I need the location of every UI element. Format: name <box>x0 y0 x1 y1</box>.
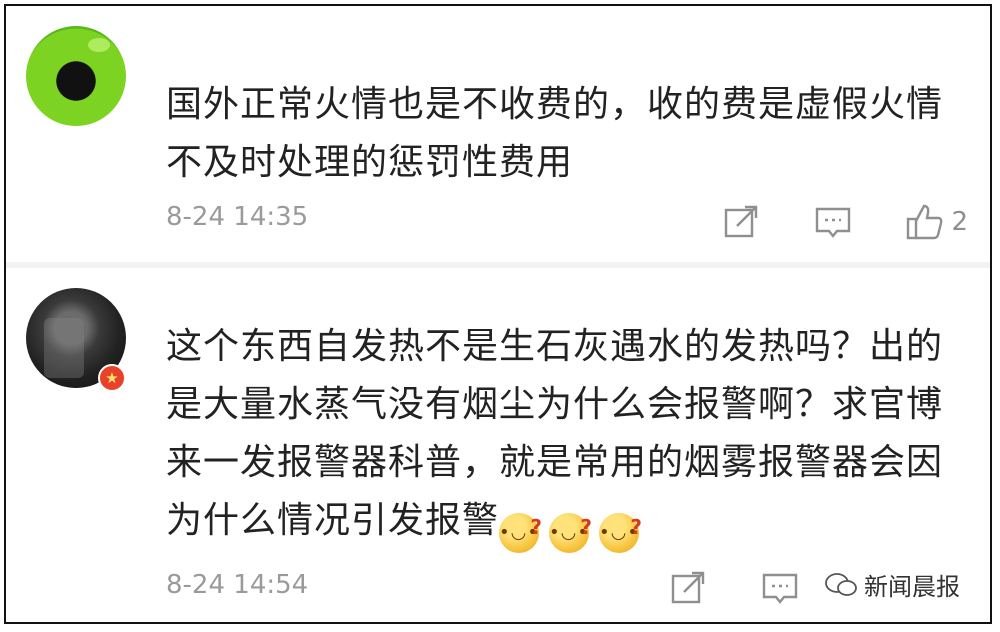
thinking-emoji-icon: •◡•? <box>599 513 642 553</box>
comment-text: 国外正常火情也是不收费的，收的费是虚假火情不及时处理的惩罚性费用 <box>166 84 944 183</box>
comment-icon[interactable] <box>813 202 853 242</box>
share-icon[interactable] <box>721 202 761 242</box>
avatar[interactable] <box>26 26 126 126</box>
watermark: 新闻晨报 <box>820 565 964 604</box>
avatar-highlight <box>88 38 110 52</box>
avatar-photo <box>44 318 84 378</box>
comment-timestamp: 8-24 14:35 <box>166 202 309 232</box>
comment-actions <box>616 568 800 608</box>
emoji-group: •◡•? •◡•? •◡•? <box>499 500 649 553</box>
thinking-emoji-icon: •◡•? <box>499 513 542 553</box>
comment-actions: 2 <box>669 202 968 242</box>
watermark-text: 新闻晨报 <box>864 573 960 601</box>
comment-text: 这个东西自发热不是生石灰遇水的发热吗？出的是大量水蒸气没有烟尘为什么会报警啊？求… <box>166 318 972 553</box>
comment-item: 国外正常火情也是不收费的，收的费是虚假火情不及时处理的惩罚性费用 8-24 14… <box>6 6 990 262</box>
thumbs-up-icon[interactable] <box>905 202 945 242</box>
share-icon[interactable] <box>668 568 708 608</box>
comment-icon[interactable] <box>760 568 800 608</box>
like-count: 2 <box>951 207 968 237</box>
comment-timestamp: 8-24 14:54 <box>166 570 309 600</box>
wechat-icon <box>825 572 857 596</box>
verified-badge-icon: ★ <box>98 364 126 392</box>
comment-list: 国外正常火情也是不收费的，收的费是虚假火情不及时处理的惩罚性费用 8-24 14… <box>4 4 992 624</box>
thinking-emoji-icon: •◡•? <box>549 513 592 553</box>
